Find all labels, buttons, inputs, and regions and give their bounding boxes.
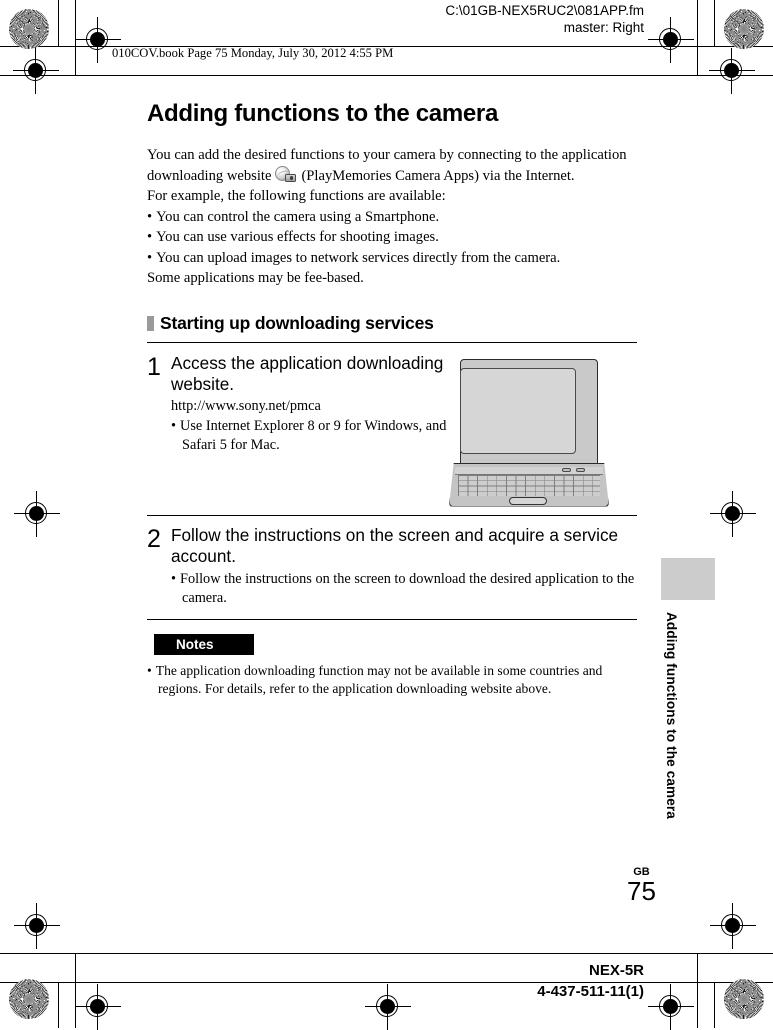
list-item: Use Internet Explorer 8 or 9 for Windows… <box>171 417 447 455</box>
page-number: 75 <box>627 876 656 906</box>
step-2-number: 2 <box>147 524 161 553</box>
trim-line-right-inner <box>697 0 699 75</box>
side-tab-label: Adding functions to the camera <box>664 612 679 819</box>
divider-below-step-2 <box>147 618 637 620</box>
intro-text-part2: (PlayMemories Camera Apps) via the Inter… <box>301 167 575 184</box>
header-file-info: C:\01GB-NEX5RUC2\081APP.fm master: Right <box>445 2 644 36</box>
footer-model-name: NEX-5R <box>588 962 644 979</box>
section-heading: Starting up downloading services <box>147 313 637 334</box>
registration-crosshair-top-center <box>13 48 59 94</box>
trim-line-bottom-rule2 <box>0 953 773 955</box>
registration-starburst-top-left <box>9 9 49 49</box>
trim-line-right-bottom-inner <box>697 953 699 1028</box>
registration-starburst-top-right <box>724 9 764 49</box>
section-bar-icon <box>147 315 154 331</box>
list-item: You can use various effects for shooting… <box>147 227 637 248</box>
step-1-url[interactable]: http://www.sony.net/pmca <box>171 397 447 416</box>
divider-above-step-1 <box>147 341 637 343</box>
step-1-bullet-list: Use Internet Explorer 8 or 9 for Windows… <box>171 417 447 455</box>
registration-crosshair-top-right <box>648 17 694 63</box>
registration-crosshair-bottom-right <box>710 903 756 949</box>
trim-line-right-bottom-outer <box>714 982 716 1028</box>
registration-crosshair-bottom-a <box>75 984 121 1030</box>
list-item: The application downloading function may… <box>147 662 637 699</box>
trim-line-right-outer <box>714 0 716 46</box>
registration-starburst-bottom-left <box>9 979 49 1019</box>
footer-part-number: 4-437-511-11(1) <box>537 983 644 1000</box>
registration-crosshair-mid-left <box>14 491 60 537</box>
step-2-bullet-list: Follow the instructions on the screen to… <box>171 570 637 608</box>
laptop-keyboard <box>458 474 600 496</box>
header-book-line: 010COV.book Page 75 Monday, July 30, 201… <box>112 46 394 60</box>
step-1-number: 1 <box>147 352 161 381</box>
laptop-indicator-led-1 <box>562 467 571 472</box>
intro-paragraph: You can add the desired functions to you… <box>147 145 637 186</box>
trim-line-left-bottom-outer <box>58 982 60 1028</box>
registration-crosshair-mid-right <box>710 491 756 537</box>
notes-block: Notes The application downloading functi… <box>147 633 637 699</box>
step-1: 1 Access the application downloading web… <box>147 353 637 507</box>
side-tab-marker <box>661 558 715 600</box>
notes-badge: Notes <box>154 633 254 655</box>
registration-crosshair-bottom-left <box>14 903 60 949</box>
divider-above-step-2 <box>147 514 637 516</box>
list-item: You can upload images to network service… <box>147 248 637 269</box>
for-example-line: For example, the following functions are… <box>147 188 446 204</box>
registration-crosshair-bottom-c <box>648 984 694 1030</box>
page-content: Adding functions to the camera You can a… <box>147 100 637 699</box>
laptop-screen <box>460 367 576 454</box>
trim-line-left-outer <box>58 0 60 46</box>
registration-starburst-bottom-right <box>724 979 764 1019</box>
fee-based-note: Some applications may be fee-based. <box>147 270 364 286</box>
playmemories-camera-apps-icon <box>274 165 298 183</box>
laptop-touchpad <box>509 496 547 505</box>
page-number-block: GB 75 <box>627 866 656 905</box>
header-file-path: C:\01GB-NEX5RUC2\081APP.fm <box>445 3 644 18</box>
step-1-title: Access the application downloading websi… <box>171 352 444 394</box>
page-title: Adding functions to the camera <box>147 100 499 127</box>
registration-crosshair-top-right-2 <box>709 48 755 94</box>
trim-line-top-rule2 <box>75 75 773 77</box>
step-2-title: Follow the instructions on the screen an… <box>171 524 619 566</box>
step-1-text-column: 1 Access the application downloading web… <box>147 353 447 455</box>
section-heading-label: Starting up downloading services <box>160 312 434 333</box>
laptop-illustration <box>449 358 609 507</box>
list-item: You can control the camera using a Smart… <box>147 207 637 228</box>
step-1-illustration-column <box>447 353 637 507</box>
laptop-indicator-led-2 <box>576 467 585 472</box>
feature-bullet-list: You can control the camera using a Smart… <box>147 207 637 269</box>
list-item: Follow the instructions on the screen to… <box>171 570 637 608</box>
notes-list: The application downloading function may… <box>147 662 637 699</box>
registration-crosshair-bottom-b <box>365 984 411 1030</box>
step-2: 2 Follow the instructions on the screen … <box>147 525 637 608</box>
header-master-label: master: Right <box>563 20 644 35</box>
footer-block: NEX-5R 4-437-511-11(1) <box>537 960 644 1002</box>
